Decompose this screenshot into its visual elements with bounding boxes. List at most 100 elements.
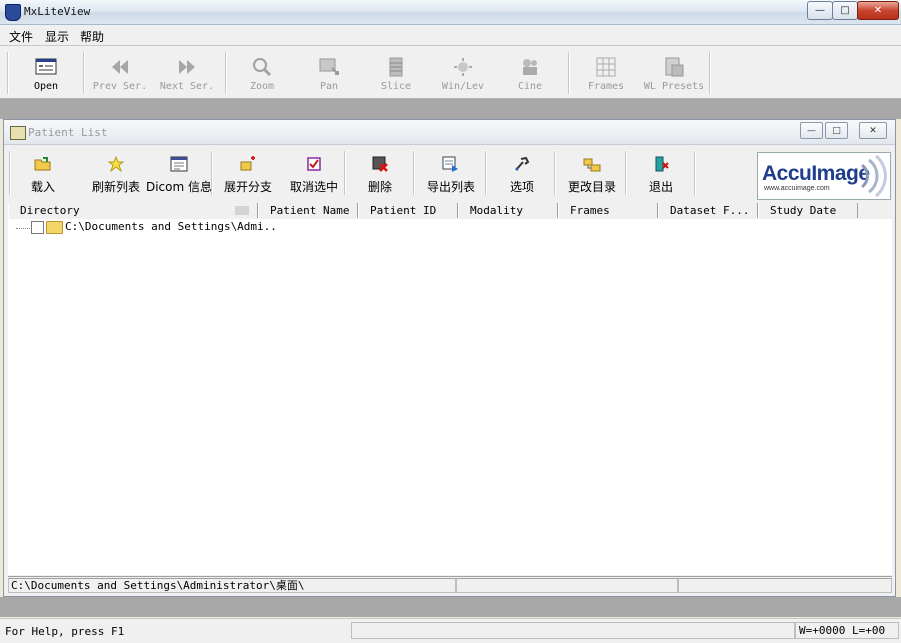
column-header-dataset[interactable]: Dataset F... bbox=[658, 203, 758, 218]
minimize-button[interactable]: — bbox=[807, 1, 833, 20]
cine-icon bbox=[523, 59, 537, 75]
close-icon: ✕ bbox=[873, 5, 883, 16]
frames-button[interactable]: Frames bbox=[578, 46, 634, 98]
menu-file[interactable]: 文件 bbox=[9, 28, 33, 45]
toolbar-label: Zoom bbox=[249, 81, 275, 92]
window-level-button[interactable]: Win/Lev bbox=[435, 46, 491, 98]
app-icon bbox=[5, 4, 21, 21]
column-header-directory[interactable]: Directory bbox=[8, 203, 258, 218]
toolbar-label: 删除 bbox=[367, 180, 392, 194]
path-bar-pane bbox=[456, 578, 678, 593]
toolbar-separator bbox=[225, 52, 227, 94]
patient-list-window: Patient List — □ ✕ 载入 刷新列表 Dicom 信息 展开分支… bbox=[3, 119, 896, 597]
column-label: Study Date bbox=[770, 204, 837, 217]
slice-icon bbox=[389, 57, 403, 77]
column-header-study-date[interactable]: Study Date bbox=[758, 203, 858, 218]
toolbar-separator bbox=[83, 52, 85, 94]
cine-button[interactable]: Cine bbox=[502, 46, 558, 98]
toolbar-label: 选项 bbox=[509, 180, 534, 194]
toolbar-label: 退出 bbox=[648, 180, 673, 194]
toolbar-label: Win/Lev bbox=[441, 81, 485, 92]
toolbar-label: 展开分支 bbox=[223, 180, 272, 194]
close-icon: ✕ bbox=[869, 125, 877, 136]
close-button[interactable]: ✕ bbox=[857, 1, 899, 20]
mdi-background bbox=[0, 99, 901, 119]
child-maximize-button[interactable]: □ bbox=[825, 122, 848, 139]
toolbar-label: Frames bbox=[587, 81, 625, 92]
patient-list-title: Patient List bbox=[28, 126, 108, 139]
pan-button[interactable]: Pan bbox=[301, 46, 357, 98]
open-button[interactable]: Open bbox=[16, 46, 76, 98]
refresh-icon bbox=[107, 156, 125, 172]
child-close-button[interactable]: ✕ bbox=[859, 122, 887, 139]
maximize-icon: □ bbox=[832, 125, 841, 136]
toolbar-separator bbox=[709, 52, 711, 94]
wl-presets-icon bbox=[665, 57, 684, 77]
delete-icon bbox=[372, 156, 388, 172]
column-label: Patient Name bbox=[270, 204, 350, 217]
exit-button[interactable]: 退出 bbox=[630, 148, 692, 198]
exit-icon bbox=[655, 156, 669, 172]
status-pane bbox=[351, 622, 795, 639]
status-bar: For Help, press F1 W=+0000 L=+00 bbox=[0, 618, 901, 643]
prev-series-icon bbox=[112, 60, 128, 74]
toolbar-label: Slice bbox=[380, 81, 412, 92]
logo-url: www.accuimage.com bbox=[764, 185, 830, 192]
column-header-frames[interactable]: Frames bbox=[558, 203, 658, 218]
next-series-button[interactable]: Next Ser. bbox=[155, 46, 219, 98]
menu-bar: 文件 显示 帮助 bbox=[0, 25, 901, 46]
window-level-icon bbox=[454, 58, 472, 76]
dicom-info-button[interactable]: Dicom 信息 bbox=[145, 148, 213, 198]
tree-item[interactable]: C:\Documents and Settings\Admi.. bbox=[8, 219, 892, 235]
delete-button[interactable]: 删除 bbox=[350, 148, 410, 198]
patient-tree[interactable]: C:\Documents and Settings\Admi.. bbox=[8, 219, 892, 575]
toolbar-separator bbox=[625, 151, 627, 195]
logo-waves-icon bbox=[860, 155, 887, 197]
column-header-modality[interactable]: Modality bbox=[458, 203, 558, 218]
maximize-button[interactable]: □ bbox=[832, 1, 858, 20]
zoom-button[interactable]: Zoom bbox=[234, 46, 290, 98]
toolbar-separator bbox=[413, 151, 415, 195]
change-directory-icon bbox=[583, 158, 601, 172]
dicom-info-icon bbox=[170, 156, 188, 172]
toolbar-label: 更改目录 bbox=[567, 180, 616, 194]
toolbar-label: 刷新列表 bbox=[91, 180, 140, 194]
tree-connector bbox=[16, 228, 30, 230]
toolbar-separator bbox=[9, 151, 11, 195]
toolbar-label: 取消选中 bbox=[289, 180, 338, 194]
column-label: Modality bbox=[470, 204, 523, 217]
refresh-list-button[interactable]: 刷新列表 bbox=[86, 148, 146, 198]
column-header-patient-name[interactable]: Patient Name bbox=[258, 203, 358, 218]
minimize-icon: — bbox=[807, 125, 816, 136]
prev-series-button[interactable]: Prev Ser. bbox=[88, 46, 152, 98]
column-label: Directory bbox=[20, 204, 80, 217]
table-header: Directory Patient Name Patient ID Modali… bbox=[8, 203, 892, 220]
toolbar-label: Dicom 信息 bbox=[145, 180, 213, 194]
change-directory-button[interactable]: 更改目录 bbox=[560, 148, 624, 198]
menu-help[interactable]: 帮助 bbox=[80, 28, 104, 45]
title-bar: MxLiteView — □ ✕ bbox=[0, 0, 901, 25]
child-minimize-button[interactable]: — bbox=[800, 122, 823, 139]
menu-view[interactable]: 显示 bbox=[45, 28, 69, 45]
toolbar-label: Next Ser. bbox=[159, 81, 215, 92]
export-list-button[interactable]: 导出列表 bbox=[418, 148, 484, 198]
zoom-icon bbox=[253, 58, 272, 77]
folder-icon bbox=[46, 221, 63, 234]
tree-item-label: C:\Documents and Settings\Admi.. bbox=[65, 220, 277, 233]
wl-presets-button[interactable]: WL Presets bbox=[640, 46, 708, 98]
main-toolbar: Open Prev Ser. Next Ser. Zoom Pan Slice … bbox=[0, 46, 901, 99]
toolbar-label: Prev Ser. bbox=[92, 81, 148, 92]
tree-item-checkbox[interactable] bbox=[31, 221, 44, 234]
slice-button[interactable]: Slice bbox=[368, 46, 424, 98]
options-button[interactable]: 选项 bbox=[492, 148, 552, 198]
toolbar-label: Open bbox=[33, 81, 59, 92]
uncheck-button[interactable]: 取消选中 bbox=[282, 148, 346, 198]
patient-list-icon bbox=[10, 126, 26, 140]
options-icon bbox=[515, 156, 530, 171]
export-list-icon bbox=[442, 156, 458, 172]
expand-branch-button[interactable]: 展开分支 bbox=[216, 148, 280, 198]
status-window-level: W=+0000 L=+00 bbox=[795, 622, 899, 639]
load-icon bbox=[34, 157, 51, 171]
column-header-patient-id[interactable]: Patient ID bbox=[358, 203, 458, 218]
load-button[interactable]: 载入 bbox=[18, 148, 68, 198]
